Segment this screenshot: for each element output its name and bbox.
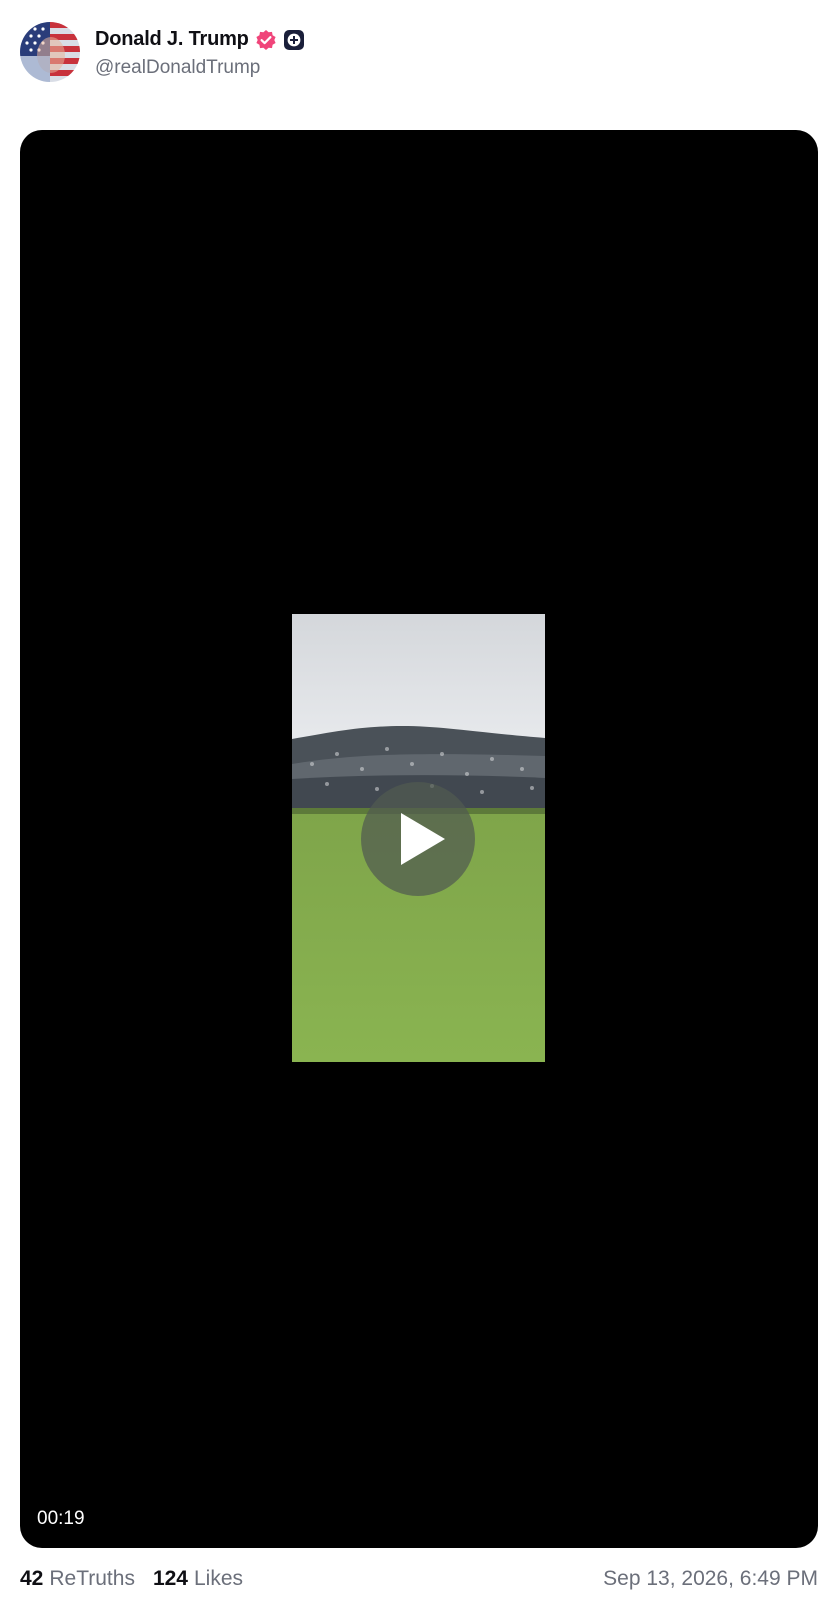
retruths-label: ReTruths: [49, 1567, 135, 1590]
likes-stat[interactable]: 124 Likes: [153, 1567, 243, 1591]
retruths-count: 42: [20, 1567, 44, 1590]
avatar[interactable]: [20, 22, 80, 82]
handle[interactable]: @realDonaldTrump: [95, 57, 305, 79]
flag-portrait-avatar-icon: [20, 22, 80, 82]
post-header: Donald J. Trump @realDonaldTrump: [20, 20, 305, 84]
play-button[interactable]: [361, 782, 475, 896]
likes-label: Likes: [194, 1567, 244, 1590]
video-thumbnail[interactable]: [292, 614, 545, 1062]
retruths-stat[interactable]: 42 ReTruths: [20, 1567, 135, 1591]
video-player[interactable]: 00:19: [20, 130, 818, 1548]
video-duration: 00:19: [37, 1508, 85, 1529]
post-timestamp[interactable]: Sep 13, 2026, 6:49 PM: [603, 1567, 818, 1591]
likes-count: 124: [152, 1567, 188, 1590]
plus-badge-icon: [283, 29, 305, 51]
play-icon: [401, 813, 445, 865]
verified-badge-icon: [255, 29, 277, 51]
post-footer: 42 ReTruths 124 Likes Sep 13, 2026, 6:49…: [20, 1564, 818, 1594]
display-name[interactable]: Donald J. Trump: [95, 28, 249, 51]
